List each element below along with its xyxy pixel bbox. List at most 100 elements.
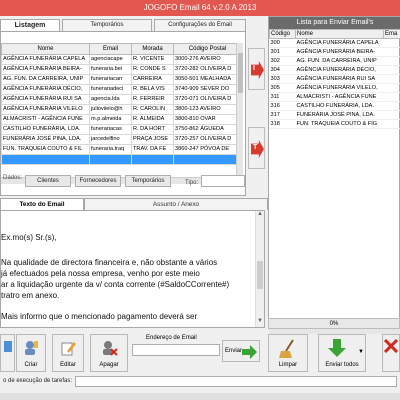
col-send-nome[interactable]: Nome: [295, 29, 384, 39]
selected-row[interactable]: [1, 154, 242, 165]
table-cell: 305: [269, 83, 296, 93]
address-label: Endereço de Email: [146, 335, 197, 341]
send-arrow-icon: [242, 345, 257, 359]
email-line: Ex.mo(s) Sr.(s),: [1, 233, 57, 242]
table-row[interactable]: FUNERÁRIA JOSÉ PINA, LDA. jarcedelfino PRA…: [1, 134, 242, 145]
table-cell: AGÊNCIA FUNERÁRIA DÉCIO,: [295, 65, 384, 75]
send-list-row[interactable]: 316 CASTILHO FUNERÁRIA, LDA.: [269, 101, 400, 111]
send-list-row[interactable]: 303 AGÊNCIA FUNERÁRIA RUI SA: [269, 74, 400, 84]
table-cell: [383, 119, 400, 129]
table-cell: [383, 47, 400, 57]
email-line: tratro em anexo.: [1, 291, 60, 300]
table-cell: julioviielo@h: [89, 104, 132, 115]
table-cell: [383, 83, 400, 93]
col-codigo-postal[interactable]: Código Postal: [173, 43, 242, 55]
table-cell: FUNERÁRIA JOSÉ PINA, LDA.: [295, 110, 384, 120]
tipo-field[interactable]: [201, 175, 245, 187]
tab-assunto-anexo[interactable]: Assunto / Anexo: [84, 198, 268, 210]
table-cell: 316: [269, 101, 296, 111]
close-button[interactable]: [382, 334, 400, 372]
email-line: já efectuados pela nossa empresa, venho …: [1, 269, 200, 278]
email-address-input[interactable]: [132, 344, 220, 356]
table-row[interactable]: AGÊNCIA FUNERÁRIA CAPELA agenciacape R. VI…: [1, 54, 242, 65]
table-row[interactable]: AGÊNCIA FUNERÁRIA BEIRA-funeraria.bei R. …: [1, 64, 242, 75]
tab-configuracoes[interactable]: Configurações do Email: [154, 19, 246, 31]
email-line: Mais informo que o mencionado pagamento …: [1, 312, 198, 321]
col-morada[interactable]: Morada: [131, 43, 174, 55]
edit-button[interactable]: Editar: [52, 334, 84, 372]
table-cell: R. CAROLIN: [131, 104, 174, 115]
progress-text: 0%: [329, 321, 339, 327]
col-nome[interactable]: Nome: [1, 43, 90, 55]
table-row[interactable]: FUN. TRAQUEIA COUTO & FIL funeraria.traq T…: [1, 144, 242, 155]
send-button[interactable]: Enviar: [222, 340, 260, 362]
table-row[interactable]: ALMACRISTI - AGÊNCIA FUNE m.p.almeida R. A…: [1, 114, 242, 125]
scroll-up-icon[interactable]: ▲: [256, 211, 264, 220]
table-cell: agenciacape: [89, 54, 132, 65]
delete-user-icon: [103, 341, 118, 356]
scroll-thumb[interactable]: [257, 261, 263, 289]
transfer-button[interactable]: T: [248, 127, 265, 169]
create-button[interactable]: Criar: [16, 334, 46, 372]
table-cell: 3860-247 PÓVOA DE: [173, 144, 242, 155]
scroll-thumb[interactable]: [238, 53, 243, 93]
col-email[interactable]: Email: [89, 43, 132, 55]
table-cell: funerariacarr: [89, 74, 132, 85]
table-cell: [383, 56, 400, 66]
fornecedores-button[interactable]: Fornecedores: [75, 175, 121, 187]
tab-texto-email[interactable]: Texto do Email: [0, 198, 84, 210]
send-list-row[interactable]: 304 AGÊNCIA FUNERÁRIA DÉCIO,: [269, 65, 400, 75]
import-button[interactable]: I: [248, 48, 265, 90]
send-list-row[interactable]: 305 AGÊNCIA FUNERÁRIA VILELO,: [269, 83, 400, 93]
send-list-row[interactable]: 311 ALMACRISTI - AGÊNCIA FUNE: [269, 92, 400, 102]
delete-button[interactable]: Apagar: [90, 334, 128, 372]
dropdown-icon[interactable]: ▼: [358, 349, 364, 355]
listing-vertical-scrollbar[interactable]: [236, 43, 243, 177]
send-list-row[interactable]: 302 AG. FUN. DA CARREIRA, UNIP: [269, 56, 400, 66]
clear-button[interactable]: Limpar: [268, 334, 308, 372]
table-cell: 3050-501 MEALHADA: [173, 74, 242, 85]
table-row[interactable]: AG. FUN. DA CARREIRA, UNIP funerariacarr C…: [1, 74, 242, 85]
clear-label: Limpar: [278, 362, 298, 368]
send-list-row[interactable]: 317 FUNERÁRIA JOSÉ PINA, LDA.: [269, 110, 400, 120]
title-bar: JOGOFO Email 64 v.2.0 A 2013: [0, 0, 400, 16]
table-cell: [173, 154, 242, 165]
send-list-row[interactable]: 301 AGÊNCIA FUNERÁRIA BEIRA-: [269, 47, 400, 57]
send-list-row[interactable]: 300 AGÊNCIA FUNERÁRIA CAPELA: [269, 38, 400, 48]
task-log-field: [75, 376, 397, 387]
tab-temporarios[interactable]: Temporários: [62, 19, 152, 31]
listing-header-row: Nome Email Morada Código Postal: [1, 43, 242, 55]
edit-pencil-icon: [61, 342, 76, 356]
table-cell: R. BELA VIS: [131, 84, 174, 95]
temporarios-button[interactable]: Temporários: [125, 175, 171, 187]
table-row[interactable]: CASTILHO FUNERÁRIA, LDA. funerariacas R. D…: [1, 124, 242, 135]
open-icon: [3, 341, 12, 352]
col-send-email[interactable]: Ema: [383, 29, 400, 39]
send-all-button[interactable]: Enviar todos ▼: [318, 334, 366, 372]
table-row[interactable]: AGÊNCIA FUNERÁRIA DÉCIO, funerariadeci R. …: [1, 84, 242, 95]
table-cell: PRAÇA JOSE: [131, 134, 174, 145]
scroll-down-icon[interactable]: ▼: [256, 318, 264, 327]
close-x-icon: [384, 339, 398, 353]
send-list-row[interactable]: 318 FUN. TRAQUEIA COUTO & FIG: [269, 119, 400, 129]
table-cell: 3800-810 OVAR: [173, 114, 242, 125]
table-row[interactable]: AGÊNCIA FUNERÁRIA VILELO julioviielo@h R. …: [1, 104, 242, 115]
col-codigo[interactable]: Código: [269, 29, 296, 39]
table-cell: R. DA HORT: [131, 124, 174, 135]
table-cell: funerariacas: [89, 124, 132, 135]
table-cell: ALMACRISTI - AGÊNCIA FUNE: [1, 114, 90, 125]
table-row[interactable]: AGÊNCIA FUNERÁRIA RUI SA agencia.lda R. FE…: [1, 94, 242, 105]
table-cell: AGÊNCIA FUNERÁRIA BEIRA-: [295, 47, 384, 57]
edit-label: Editar: [60, 362, 76, 368]
clientes-button[interactable]: Clientes: [25, 175, 71, 187]
open-button[interactable]: [0, 334, 15, 372]
email-text-scrollbar[interactable]: ▲ ▼: [255, 211, 264, 327]
email-text-area[interactable]: Ex.mo(s) Sr.(s), Na qualidade de directo…: [0, 210, 265, 328]
table-cell: CASTILHO FUNERÁRIA, LDA.: [295, 101, 384, 111]
table-cell: 303: [269, 74, 296, 84]
table-cell: 3800-123 AVEIRO: [173, 104, 242, 115]
table-cell: TRAV. DA FE: [131, 144, 174, 155]
table-cell: FUN. TRAQUEIA COUTO & FIG: [295, 119, 384, 129]
table-cell: [383, 38, 400, 48]
table-cell: AGÊNCIA FUNERÁRIA CAPELA: [295, 38, 384, 48]
